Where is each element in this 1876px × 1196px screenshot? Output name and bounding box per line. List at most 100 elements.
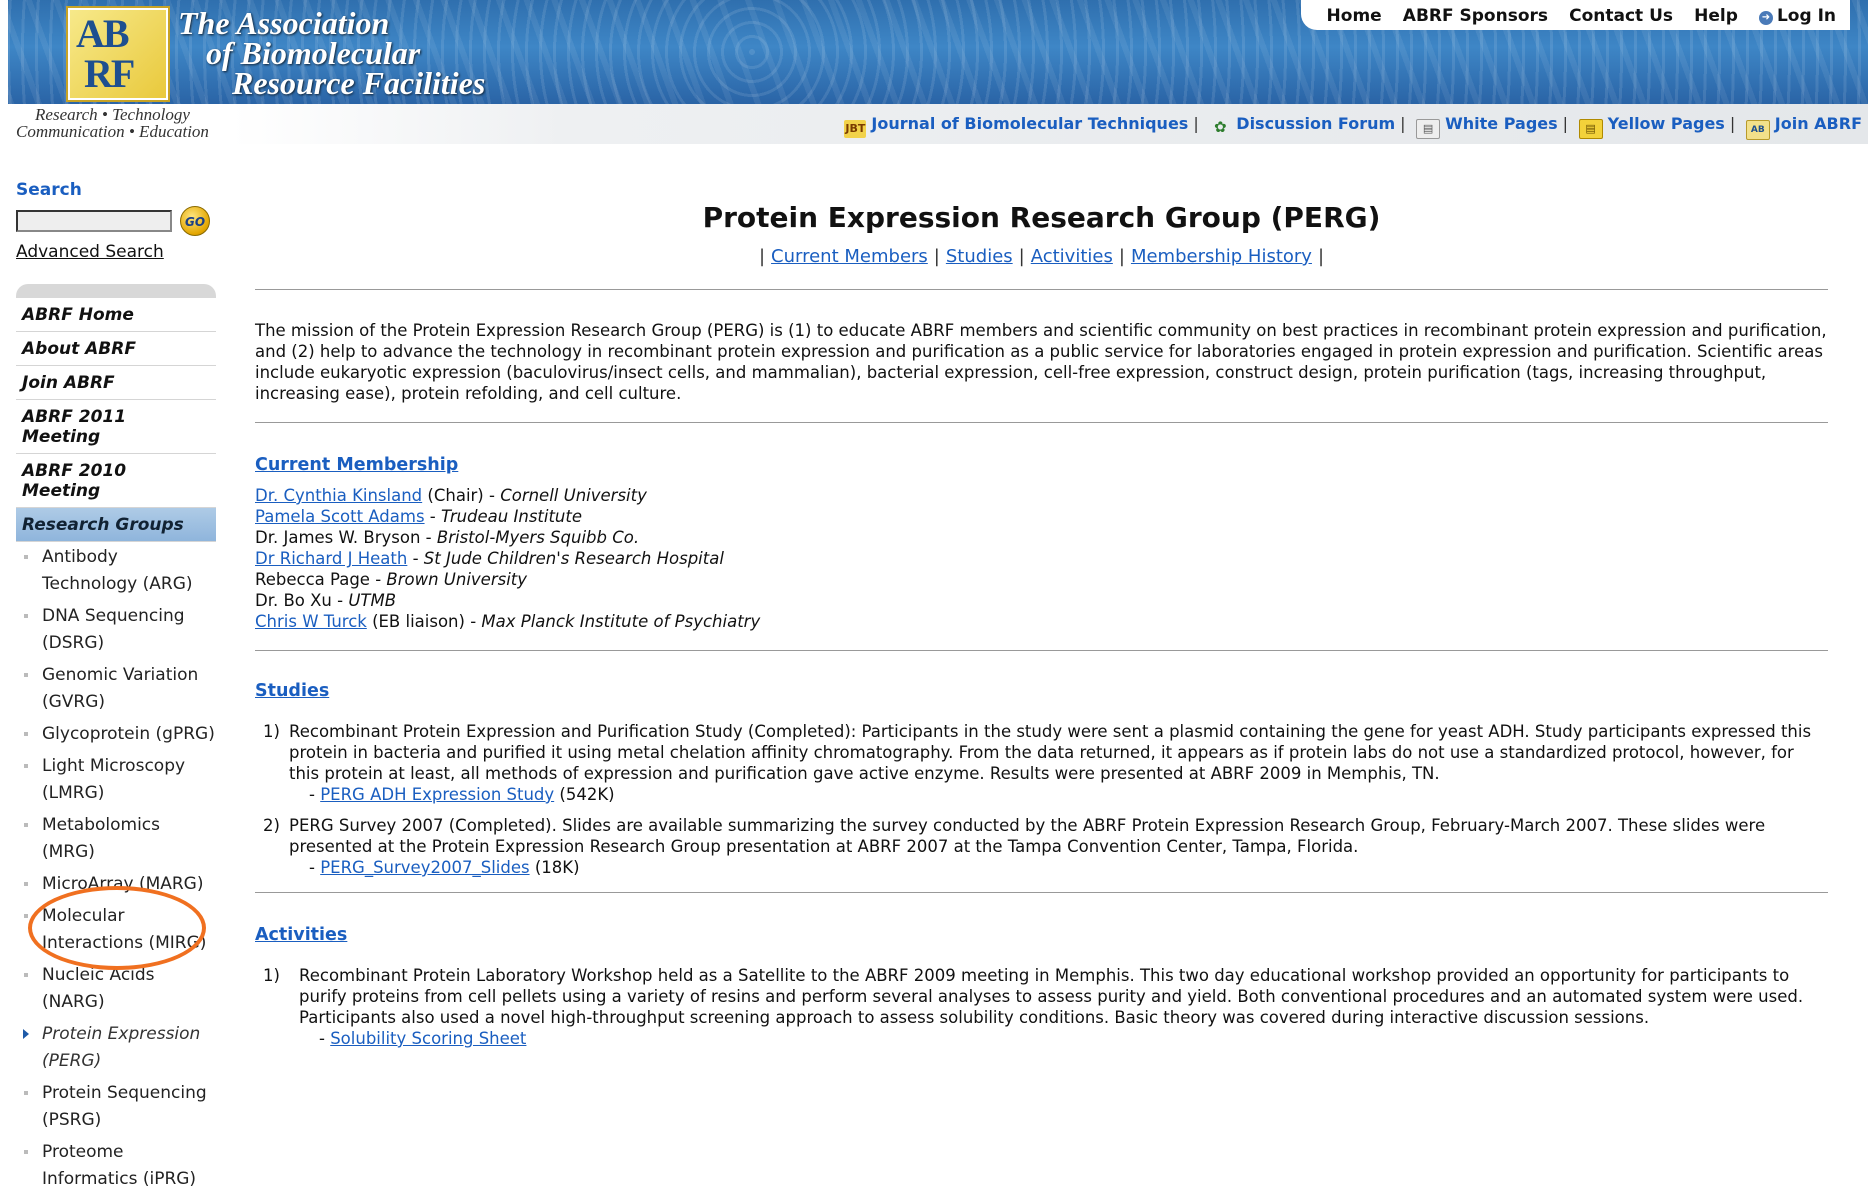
bullet	[24, 555, 28, 559]
member-link[interactable]: Dr Richard J Heath	[255, 549, 407, 568]
sidebar-item-abrf-home[interactable]: ABRF Home	[16, 298, 216, 332]
nav-login[interactable]: ➜ Log In	[1758, 6, 1836, 26]
member-row: Dr. James W. Bryson - Bristol-Myers Squi…	[255, 527, 1828, 548]
member-institution: Trudeau Institute	[441, 507, 583, 526]
white-pages-link[interactable]: ▤ White Pages	[1416, 114, 1558, 139]
nav-home[interactable]: Home	[1327, 6, 1382, 26]
group-item-iprg[interactable]: Proteome Informatics (iPRG)	[16, 1137, 216, 1196]
abrf-logo[interactable]: AB RF	[68, 8, 168, 100]
org-title-line: of Biomolecular	[206, 35, 421, 71]
member-institution: Bristol-Myers Squibb Co.	[436, 528, 640, 547]
group-item-perg[interactable]: Protein Expression (PERG)	[16, 1019, 216, 1078]
item-number: 2)	[263, 816, 280, 835]
join-abrf-label: Join ABRF	[1774, 114, 1862, 133]
member-role: -	[369, 570, 387, 589]
item-number: 1)	[263, 966, 280, 985]
activity-file-link[interactable]: Solubility Scoring Sheet	[330, 1029, 526, 1048]
group-label: Antibody Technology (ARG)	[42, 547, 193, 594]
study-list: 1) Recombinant Protein Expression and Pu…	[255, 721, 1828, 878]
bullet	[24, 882, 28, 886]
group-label: Glycoprotein (gPRG)	[42, 724, 215, 744]
sidebar-item-about-abrf[interactable]: About ABRF	[16, 332, 216, 366]
nav-contact[interactable]: Contact Us	[1569, 6, 1673, 26]
mission-statement: The mission of the Protein Expression Re…	[255, 321, 1827, 403]
heading-current-membership[interactable]: Current Membership	[255, 455, 458, 475]
member-link[interactable]: Chris W Turck	[255, 612, 367, 631]
search-input[interactable]	[16, 210, 172, 232]
group-label: Light Microscopy (LMRG)	[42, 756, 186, 803]
sidebar-item-research-groups[interactable]: Research Groups	[16, 508, 216, 542]
yellow-pages-icon: ▤	[1578, 119, 1603, 139]
member-link[interactable]: Pamela Scott Adams	[255, 507, 425, 526]
member-name: Rebecca Page	[255, 570, 370, 589]
org-title-line: Resource Facilities	[232, 65, 486, 101]
advanced-search-link[interactable]: Advanced Search	[16, 242, 216, 262]
file-line: - PERG ADH Expression Study (542K)	[309, 785, 615, 804]
go-button[interactable]: GO	[180, 206, 210, 236]
member-name: Dr. James W. Bryson	[255, 528, 421, 547]
study-text: Recombinant Protein Expression and Purif…	[289, 722, 1812, 783]
study-file-link[interactable]: PERG ADH Expression Study	[320, 785, 554, 804]
member-institution: Brown University	[386, 570, 528, 589]
org-title-line: The Association	[178, 5, 390, 41]
divider	[255, 422, 1828, 423]
bullet	[24, 823, 28, 827]
study-file-link[interactable]: PERG_Survey2007_Slides	[320, 858, 529, 877]
group-label: Metabolomics (MRG)	[42, 815, 161, 862]
link-activities[interactable]: Activities	[1031, 246, 1113, 267]
org-title: The Association of Biomolecular Resource…	[178, 5, 486, 101]
sidebar-item-abrf-2011[interactable]: ABRF 2011 Meeting	[16, 400, 216, 454]
tool-links: JBT Journal of Biomolecular Techniques | ✿…	[844, 114, 1862, 140]
member-institution: St Jude Children's Research Hospital	[423, 549, 724, 568]
top-nav: Home ABRF Sponsors Contact Us Help ➜ Log …	[1300, 0, 1850, 30]
member-institution: UTMB	[348, 591, 397, 610]
item-number: 1)	[263, 722, 280, 741]
member-role: (EB liaison) -	[366, 612, 482, 631]
group-label: Nucleic Acids (NARG)	[42, 965, 155, 1012]
highlight-circle	[28, 886, 206, 970]
group-item-lmrg[interactable]: Light Microscopy (LMRG)	[16, 751, 216, 810]
group-label: DNA Sequencing (DSRG)	[42, 606, 185, 653]
jbt-label: Journal of Biomolecular Techniques	[871, 114, 1189, 133]
member-role: -	[420, 528, 437, 547]
sidebar-item-join-abrf[interactable]: Join ABRF	[16, 366, 216, 400]
link-studies[interactable]: Studies	[946, 246, 1013, 267]
bullet	[24, 1150, 28, 1154]
nav-cap	[16, 284, 216, 298]
nav-sponsors[interactable]: ABRF Sponsors	[1403, 6, 1548, 26]
main-content: Protein Expression Research Group (PERG)…	[255, 195, 1828, 1059]
group-item-mrg[interactable]: Metabolomics (MRG)	[16, 810, 216, 869]
page-nav: | Current Members | Studies | Activities | Memb…	[758, 246, 1325, 267]
member-row: Dr. Bo Xu - UTMB	[255, 590, 1828, 611]
bullet	[24, 614, 28, 618]
discussion-forum-link[interactable]: ✿ Discussion Forum	[1209, 114, 1395, 136]
jbt-link[interactable]: JBT Journal of Biomolecular Techniques	[844, 114, 1189, 138]
nav-help[interactable]: Help	[1694, 6, 1738, 26]
file-size: (542K)	[559, 785, 615, 804]
login-label: Log In	[1776, 6, 1836, 26]
bullet	[24, 973, 28, 977]
yellow-pages-link[interactable]: ▤ Yellow Pages	[1578, 114, 1725, 139]
member-link[interactable]: Dr. Cynthia Kinsland	[255, 486, 422, 505]
sidebar-item-abrf-2010[interactable]: ABRF 2010 Meeting	[16, 454, 216, 508]
heading-activities[interactable]: Activities	[255, 925, 347, 945]
group-item-dsrg[interactable]: DNA Sequencing (DSRG)	[16, 601, 216, 660]
group-item-gprg[interactable]: Glycoprotein (gPRG)	[16, 719, 216, 751]
group-item-psrg[interactable]: Protein Sequencing (PSRG)	[16, 1078, 216, 1137]
link-membership-history[interactable]: Membership History	[1131, 246, 1312, 267]
member-list: Dr. Cynthia Kinsland (Chair) - Cornell U…	[255, 485, 1828, 632]
link-current-members[interactable]: Current Members	[771, 246, 928, 267]
bullet	[24, 673, 28, 677]
join-abrf-link[interactable]: AB Join ABRF	[1745, 114, 1862, 140]
member-row: Dr. Cynthia Kinsland (Chair) - Cornell U…	[255, 485, 1828, 506]
activity-item: 1) Recombinant Protein Laboratory Worksh…	[255, 965, 1828, 1049]
divider	[255, 650, 1828, 651]
bullet	[24, 764, 28, 768]
header-banner: AB RF The Association of Biomolecular Re…	[8, 0, 1868, 104]
group-item-gvrg[interactable]: Genomic Variation (GVRG)	[16, 660, 216, 719]
search-row: GO	[16, 206, 216, 236]
group-item-arg[interactable]: Antibody Technology (ARG)	[16, 542, 216, 601]
heading-studies[interactable]: Studies	[255, 681, 329, 701]
group-label: Genomic Variation (GVRG)	[42, 665, 199, 712]
tagline-line: Communication • Education	[16, 122, 209, 141]
